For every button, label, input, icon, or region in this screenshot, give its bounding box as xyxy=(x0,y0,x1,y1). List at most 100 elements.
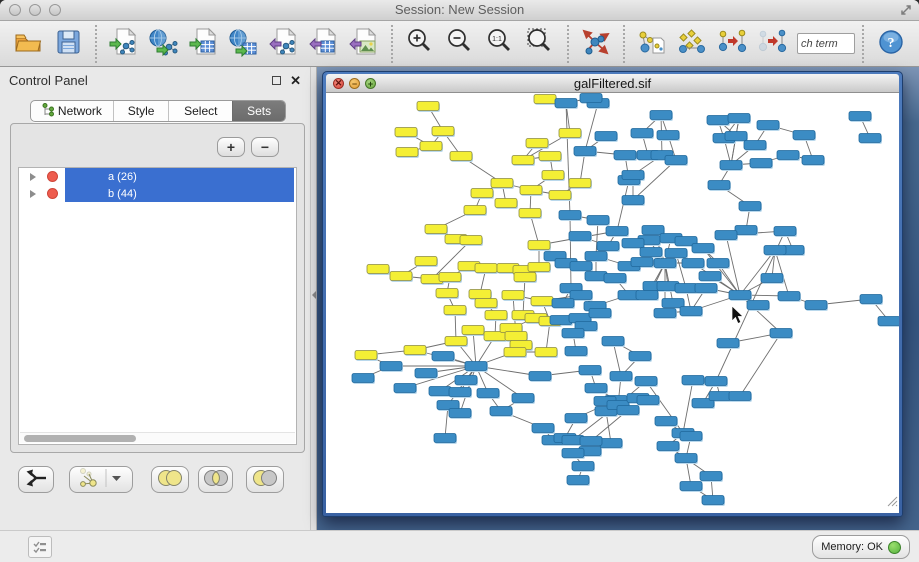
graph-node[interactable] xyxy=(622,196,644,205)
search-input[interactable] xyxy=(797,33,855,54)
export-table-button[interactable] xyxy=(306,25,342,63)
graph-node[interactable] xyxy=(595,132,617,141)
network-canvas[interactable] xyxy=(326,93,899,513)
graph-node[interactable] xyxy=(715,231,737,240)
select-first-neighbors-button[interactable] xyxy=(674,25,710,63)
graph-node[interactable] xyxy=(705,377,727,386)
graph-node[interactable] xyxy=(739,202,761,211)
horizontal-scrollbar[interactable] xyxy=(20,432,295,443)
graph-node-selected[interactable] xyxy=(475,264,497,273)
graph-node[interactable] xyxy=(642,226,664,235)
graph-node-selected[interactable] xyxy=(439,273,461,282)
graph-node[interactable] xyxy=(455,376,477,385)
import-network-from-file-button[interactable] xyxy=(106,25,142,63)
graph-node[interactable] xyxy=(449,409,471,418)
graph-node[interactable] xyxy=(860,295,882,304)
collapse-arrow-icon[interactable] xyxy=(312,291,316,299)
graph-node-selected[interactable] xyxy=(460,236,482,245)
graph-node[interactable] xyxy=(708,181,730,190)
graph-node-selected[interactable] xyxy=(367,265,389,274)
graph-node[interactable] xyxy=(640,248,662,257)
zoom-actual-size-button[interactable]: 1:1 xyxy=(482,25,518,63)
float-panel-icon[interactable] xyxy=(272,76,281,85)
zoom-out-button[interactable] xyxy=(442,25,478,63)
import-table-from-web-button[interactable] xyxy=(226,25,262,63)
graph-node-selected[interactable] xyxy=(512,156,534,165)
graph-node[interactable] xyxy=(702,496,724,505)
fullscreen-icon[interactable] xyxy=(899,3,913,22)
graph-node[interactable] xyxy=(657,442,679,451)
graph-node-selected[interactable] xyxy=(505,332,527,341)
graph-node[interactable] xyxy=(802,156,824,165)
graph-node[interactable] xyxy=(617,406,639,415)
graph-node[interactable] xyxy=(572,462,594,471)
set-list-item[interactable]: b (44) xyxy=(19,185,296,202)
zoom-in-button[interactable] xyxy=(402,25,438,63)
graph-node-selected[interactable] xyxy=(528,241,550,250)
graph-node[interactable] xyxy=(770,329,792,338)
graph-node[interactable] xyxy=(562,449,584,458)
graph-node[interactable] xyxy=(774,227,796,236)
split-sets-button[interactable] xyxy=(18,466,54,493)
graph-node-selected[interactable] xyxy=(520,186,542,195)
minimize-button[interactable] xyxy=(29,4,41,16)
graph-node[interactable] xyxy=(707,116,729,125)
graph-node[interactable] xyxy=(352,374,374,383)
graph-node-selected[interactable] xyxy=(495,199,517,208)
network-close-button[interactable]: ✕ xyxy=(333,78,344,89)
disclosure-triangle-icon[interactable] xyxy=(30,190,36,198)
graph-node[interactable] xyxy=(744,141,766,150)
graph-node[interactable] xyxy=(654,259,676,268)
graph-node[interactable] xyxy=(597,242,619,251)
network-window-titlebar[interactable]: ✕ − + galFiltered.sif xyxy=(326,74,899,93)
graph-node-selected[interactable] xyxy=(528,263,550,272)
import-network-from-web-button[interactable] xyxy=(146,25,182,63)
graph-node[interactable] xyxy=(700,472,722,481)
help-button[interactable]: ? xyxy=(873,25,909,63)
graph-node[interactable] xyxy=(434,434,456,443)
graph-node[interactable] xyxy=(552,299,574,308)
zoom-fit-selected-button[interactable] xyxy=(522,25,558,63)
import-table-from-file-button[interactable] xyxy=(186,25,222,63)
graph-node[interactable] xyxy=(562,329,584,338)
network-view-window[interactable]: ✕ − + galFiltered.sif xyxy=(322,71,903,517)
graph-node[interactable] xyxy=(529,372,551,381)
intersection-sets-button[interactable] xyxy=(198,466,233,493)
graph-node[interactable] xyxy=(675,284,697,293)
graph-node-selected[interactable] xyxy=(531,297,553,306)
graph-node-selected[interactable] xyxy=(355,351,377,360)
graph-node[interactable] xyxy=(636,291,658,300)
export-network-button[interactable] xyxy=(266,25,302,63)
apply-layout-button[interactable] xyxy=(578,25,614,63)
graph-node[interactable] xyxy=(604,274,626,283)
graph-node[interactable] xyxy=(380,362,402,371)
hide-selected-nodes-button[interactable] xyxy=(754,25,790,63)
graph-node-selected[interactable] xyxy=(491,179,513,188)
graph-node[interactable] xyxy=(699,272,721,281)
graph-node-selected[interactable] xyxy=(559,129,581,138)
panel-splitter[interactable] xyxy=(310,67,317,530)
graph-node-selected[interactable] xyxy=(415,257,437,266)
resize-grip-icon[interactable] xyxy=(887,494,898,512)
graph-node[interactable] xyxy=(849,112,871,121)
graph-node-selected[interactable] xyxy=(450,152,472,161)
graph-node[interactable] xyxy=(622,239,644,248)
graph-node[interactable] xyxy=(878,317,899,326)
graph-node-selected[interactable] xyxy=(535,348,557,357)
disclosure-triangle-icon[interactable] xyxy=(30,173,36,181)
graph-node[interactable] xyxy=(567,476,589,485)
graph-node[interactable] xyxy=(729,291,751,300)
graph-node[interactable] xyxy=(465,362,487,371)
graph-node[interactable] xyxy=(750,159,772,168)
new-network-selected-nodes-button[interactable] xyxy=(714,25,750,63)
graph-node[interactable] xyxy=(778,292,800,301)
graph-node[interactable] xyxy=(728,114,750,123)
graph-node[interactable] xyxy=(662,299,684,308)
graph-node[interactable] xyxy=(805,301,827,310)
set-list-item[interactable]: a (26) xyxy=(19,168,296,185)
graph-node[interactable] xyxy=(585,384,607,393)
graph-node[interactable] xyxy=(574,147,596,156)
graph-node[interactable] xyxy=(692,244,714,253)
close-button[interactable] xyxy=(9,4,21,16)
graph-node-selected[interactable] xyxy=(519,209,541,218)
